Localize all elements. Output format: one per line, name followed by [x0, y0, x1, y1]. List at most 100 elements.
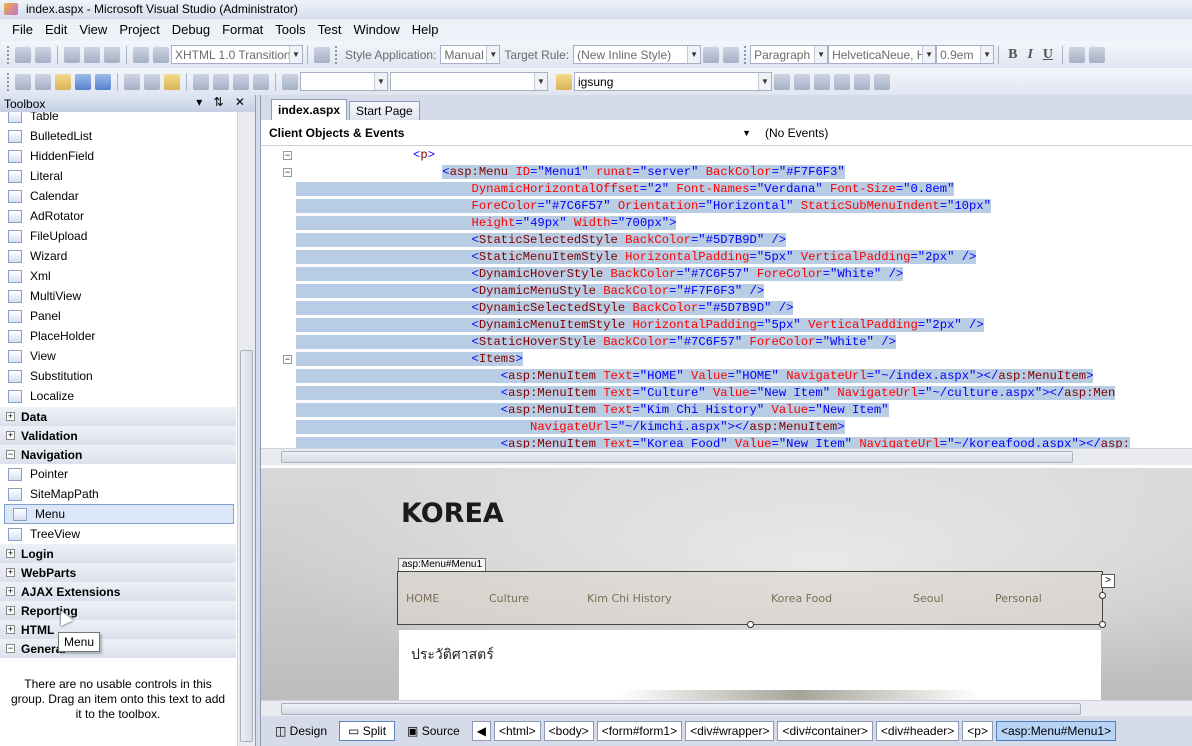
- toolbox-item-menu[interactable]: Menu: [4, 504, 234, 524]
- toolbox-group-general[interactable]: − General: [0, 639, 236, 658]
- toolbox-group-reporting[interactable]: + Reporting: [0, 601, 236, 620]
- bold-button[interactable]: B: [1008, 47, 1017, 63]
- toolbox-item-literal[interactable]: Literal: [0, 166, 236, 186]
- font-size-dropdown[interactable]: 0.9em ▼: [936, 45, 995, 64]
- menu-item-korea-food[interactable]: Korea Food: [771, 592, 832, 605]
- code-line[interactable]: <DynamicMenuItemStyle HorizontalPadding=…: [296, 317, 984, 334]
- toolbox-item-localize[interactable]: Localize: [0, 386, 236, 406]
- tab-index-aspx[interactable]: index.aspx: [271, 99, 348, 120]
- resize-handle[interactable]: [1099, 621, 1106, 628]
- style-application-dropdown[interactable]: Manual ▼: [440, 45, 501, 64]
- code-line[interactable]: Height="49px" Width="700px">: [296, 215, 677, 232]
- toolbox-group-login[interactable]: + Login: [0, 544, 236, 563]
- toolbox-item-table[interactable]: Table: [0, 112, 236, 126]
- menu-item-personal[interactable]: Personal: [995, 592, 1042, 605]
- find-icon[interactable]: [774, 73, 790, 90]
- client-objects-dropdown[interactable]: Client Objects & Events ▼: [261, 120, 755, 146]
- start-debug-icon[interactable]: [282, 73, 298, 90]
- validate-icon[interactable]: [15, 46, 31, 63]
- toolbox-item-pointer[interactable]: Pointer: [0, 464, 236, 484]
- apply-style-icon[interactable]: [703, 46, 720, 63]
- code-line[interactable]: DynamicHorizontalOffset="2" Font-Names="…: [296, 181, 955, 198]
- toolbox-item-multiview[interactable]: MultiView: [0, 286, 236, 306]
- italic-button[interactable]: I: [1027, 47, 1032, 63]
- highlight-icon[interactable]: [1089, 46, 1106, 63]
- outdent-icon[interactable]: [64, 46, 80, 63]
- toolbox-item-treeview[interactable]: TreeView: [0, 524, 236, 544]
- collapse-icon[interactable]: −: [283, 151, 292, 160]
- redo-icon[interactable]: [213, 73, 229, 90]
- find-dropdown[interactable]: igsung ▼: [574, 72, 772, 91]
- toolbox-item-view[interactable]: View: [0, 346, 236, 366]
- menu-item-culture[interactable]: Culture: [489, 592, 529, 605]
- no-entry-icon[interactable]: [314, 46, 330, 63]
- align-icon[interactable]: [104, 46, 120, 63]
- menu-file[interactable]: File: [6, 19, 39, 41]
- breadcrumb-html[interactable]: <html>: [493, 721, 541, 741]
- design-view-button[interactable]: ◫ Design: [267, 721, 335, 741]
- toolbar-grip[interactable]: [7, 72, 10, 91]
- code-line[interactable]: <asp:MenuItem Text="Culture" Value="New …: [296, 385, 1116, 402]
- solution-configuration-dropdown[interactable]: ▼: [300, 72, 388, 91]
- code-line[interactable]: <DynamicHoverStyle BackColor="#7C6F57" F…: [296, 266, 904, 283]
- breadcrumb-left-arrow[interactable]: ◀: [471, 721, 491, 741]
- solution-explorer-icon[interactable]: [794, 73, 810, 90]
- solution-platform-dropdown[interactable]: ▼: [390, 72, 548, 91]
- code-line[interactable]: <StaticSelectedStyle BackColor="#5D7B9D"…: [296, 232, 787, 249]
- toolbox-group-ajax-extensions[interactable]: + AJAX Extensions: [0, 582, 236, 601]
- toolbox-group-navigation[interactable]: − Navigation: [0, 445, 236, 464]
- resize-handle[interactable]: [747, 621, 754, 628]
- code-line[interactable]: <asp:MenuItem Text="HOME" Value="HOME" N…: [296, 368, 1094, 385]
- code-line[interactable]: <StaticMenuItemStyle HorizontalPadding="…: [296, 249, 977, 266]
- toolbox-item-fileupload[interactable]: FileUpload: [0, 226, 236, 246]
- open-folder-icon[interactable]: [55, 73, 71, 90]
- code-line[interactable]: <asp:Menu ID="Menu1" runat="server" Back…: [296, 164, 845, 181]
- find-in-files-icon[interactable]: [556, 73, 572, 90]
- toolbox-item-calendar[interactable]: Calendar: [0, 186, 236, 206]
- doctype-dropdown[interactable]: XHTML 1.0 Transitionä ▼: [171, 45, 303, 64]
- code-line[interactable]: <p>: [296, 147, 435, 164]
- toolbox-group-webparts[interactable]: + WebParts: [0, 563, 236, 582]
- font-name-dropdown[interactable]: HelveticaNeue, H ▼: [828, 45, 937, 64]
- collapse-icon[interactable]: −: [283, 168, 292, 177]
- save-icon[interactable]: [75, 73, 91, 90]
- breadcrumb-wrapper[interactable]: <div#wrapper>: [685, 721, 775, 741]
- resize-handle[interactable]: [1099, 592, 1106, 599]
- toolbox-icon[interactable]: [834, 73, 850, 90]
- code-horizontal-scrollbar[interactable]: [261, 448, 1192, 465]
- toolbox-group-html[interactable]: + HTML: [0, 620, 236, 639]
- code-line[interactable]: ForeColor="#7C6F57" Orientation="Horizon…: [296, 198, 991, 215]
- toolbox-item-xml[interactable]: Xml: [0, 266, 236, 286]
- toolbox-empty-message[interactable]: There are no usable controls in this gro…: [10, 677, 226, 722]
- menu-view[interactable]: View: [73, 19, 113, 41]
- toolbox-item-adrotator[interactable]: AdRotator: [0, 206, 236, 226]
- toolbox-item-bulletedlist[interactable]: BulletedList: [0, 126, 236, 146]
- collapse-icon[interactable]: −: [283, 355, 292, 364]
- check-page-icon[interactable]: [35, 46, 51, 63]
- toolbox-item-panel[interactable]: Panel: [0, 306, 236, 326]
- indent-icon[interactable]: [84, 46, 100, 63]
- menu-item-seoul[interactable]: Seoul: [913, 592, 944, 605]
- toolbox-window-controls[interactable]: ▾ ⇅ ✕: [196, 95, 249, 109]
- breadcrumb-form[interactable]: <form#form1>: [596, 721, 683, 741]
- menu-format[interactable]: Format: [216, 19, 269, 41]
- list-icon[interactable]: [133, 46, 149, 63]
- menu-help[interactable]: Help: [406, 19, 445, 41]
- toolbox-item-hiddenfield[interactable]: HiddenField: [0, 146, 236, 166]
- paste-icon[interactable]: [164, 73, 180, 90]
- toolbox-item-wizard[interactable]: Wizard: [0, 246, 236, 266]
- menu-item-home[interactable]: HOME: [406, 592, 439, 605]
- save-all-icon[interactable]: [95, 73, 111, 90]
- events-dropdown[interactable]: (No Events): [755, 126, 828, 140]
- manage-styles-icon[interactable]: [723, 46, 740, 63]
- menu-control[interactable]: HOME Culture Kim Chi History Korea Food …: [397, 571, 1103, 625]
- toolbox-item-substitution[interactable]: Substitution: [0, 366, 236, 386]
- code-line[interactable]: <DynamicSelectedStyle BackColor="#5D7B9D…: [296, 300, 794, 317]
- toolbox-group-data[interactable]: + Data: [0, 407, 236, 426]
- menu-test[interactable]: Test: [312, 19, 348, 41]
- toolbar-grip[interactable]: [335, 45, 338, 64]
- comment-icon[interactable]: [233, 73, 249, 90]
- toolbox-group-validation[interactable]: + Validation: [0, 426, 236, 445]
- undo-icon[interactable]: [193, 73, 209, 90]
- breadcrumb-menu1[interactable]: <asp:Menu#Menu1>: [996, 721, 1117, 741]
